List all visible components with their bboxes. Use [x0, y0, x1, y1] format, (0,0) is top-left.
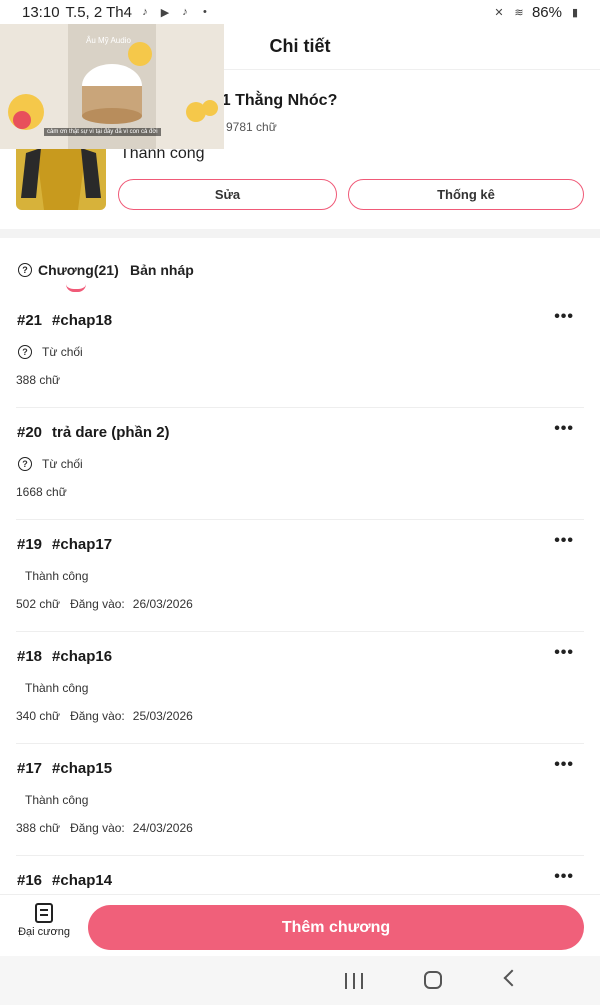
chapter-meta: 502 chữ Đăng vào: 26/03/2026 — [16, 597, 193, 611]
chapter-list: #21 #chap18 ••• ? Từ chối 388 chữ #20 tr… — [0, 296, 600, 894]
chapter-status-text: Từ chối — [42, 345, 83, 359]
chapter-meta: 388 chữ — [16, 373, 60, 387]
posted-date: 26/03/2026 — [132, 597, 193, 611]
chapter-status: Thành công — [25, 681, 88, 695]
chapter-row[interactable]: #19 #chap17 ••• Thành công 502 chữ Đăng … — [16, 520, 584, 632]
chapter-row[interactable]: #20 trả dare (phần 2) ••• ? Từ chối 1668… — [16, 408, 584, 520]
youtube-icon: ▶ — [160, 6, 170, 19]
chapter-title: #21 #chap18 — [17, 312, 112, 329]
tab-chapters[interactable]: ? Chương(21) — [18, 262, 119, 278]
chapter-row[interactable]: #17 #chap15 ••• Thành công 388 chữ Đăng … — [16, 744, 584, 856]
chapter-meta: 388 chữ Đăng vào: 24/03/2026 — [16, 821, 193, 835]
question-icon: ? — [18, 345, 32, 359]
chapter-status: Thành công — [25, 569, 88, 583]
posted-label: Đăng vào: — [70, 709, 125, 723]
chapter-title: #19 #chap17 — [17, 536, 112, 553]
video-channel-label: Âu Mỹ Audio — [86, 36, 131, 45]
tiktok-icon: ♪ — [182, 6, 188, 18]
outline-icon — [35, 903, 53, 923]
chapter-name: trả dare (phần 2) — [52, 424, 170, 441]
add-chapter-button[interactable]: Thêm chương — [88, 905, 584, 950]
date: T.5, 2 Th4 — [65, 3, 132, 21]
chapter-status-text: Từ chối — [42, 457, 83, 471]
outline-label: Đại cương — [18, 926, 70, 938]
chapter-number: #20 — [17, 424, 43, 441]
chapter-number: #16 — [17, 872, 43, 889]
chapter-word-count: 502 chữ — [16, 597, 61, 611]
mute-icon: ✕ — [494, 6, 504, 19]
more-options-icon[interactable]: ••• — [554, 644, 574, 662]
chapter-word-count: 340 chữ — [16, 709, 61, 723]
tiktok-icon: ♪ — [142, 6, 148, 18]
edit-button[interactable]: Sửa — [118, 179, 337, 210]
chapter-row[interactable]: #16 #chap14 ••• — [16, 856, 584, 894]
chapter-title: #20 trả dare (phần 2) — [17, 424, 170, 441]
chapter-meta: 340 chữ Đăng vào: 25/03/2026 — [16, 709, 193, 723]
chapter-name: #chap18 — [52, 312, 113, 329]
pip-video-overlay[interactable]: Âu Mỹ Audio cảm ơn thật sự vì tại đây đã… — [0, 24, 224, 149]
chapter-name: #chap17 — [52, 536, 113, 553]
wifi-icon: ≋ — [514, 6, 524, 19]
chapter-status-text: Thành công — [25, 793, 89, 807]
question-icon: ? — [18, 263, 32, 277]
chapter-name: #chap15 — [52, 760, 113, 777]
more-options-icon[interactable]: ••• — [554, 868, 574, 886]
tab-active-indicator — [66, 284, 86, 292]
dot-icon: • — [203, 6, 207, 18]
chapter-status: Thành công — [25, 793, 88, 807]
chapter-word-count: 388 chữ — [16, 373, 61, 387]
more-options-icon[interactable]: ••• — [554, 308, 574, 326]
chapter-name: #chap14 — [52, 872, 113, 889]
chapter-title: #18 #chap16 — [17, 648, 112, 665]
recents-icon[interactable] — [345, 973, 363, 989]
status-bar: 13:10 T.5, 2 Th4 ♪ ▶ ♪ • ✕ ≋ 86% ▮ — [0, 0, 600, 24]
posted-date: 25/03/2026 — [132, 709, 193, 723]
book-word-count: 9781 chữ — [226, 120, 277, 134]
battery-icon: ▮ — [571, 6, 579, 19]
chapter-word-count: 388 chữ — [16, 821, 61, 835]
posted-label: Đăng vào: — [70, 597, 125, 611]
tab-bar: ? Chương(21) Bản nháp — [0, 252, 600, 296]
chapter-status: ? Từ chối — [18, 345, 83, 359]
clock: 13:10 — [22, 3, 60, 21]
chapter-row[interactable]: #21 #chap18 ••• ? Từ chối 388 chữ — [16, 296, 584, 408]
bottom-action-bar: Đại cương Thêm chương — [0, 894, 600, 956]
tab-drafts[interactable]: Bản nháp — [130, 262, 194, 278]
chapter-number: #21 — [17, 312, 43, 329]
chapter-status-text: Thành công — [25, 681, 89, 695]
chapter-row[interactable]: #18 #chap16 ••• Thành công 340 chữ Đăng … — [16, 632, 584, 744]
stats-button[interactable]: Thống kê — [348, 179, 584, 210]
chapter-title: #17 #chap15 — [17, 760, 112, 777]
posted-date: 24/03/2026 — [132, 821, 193, 835]
video-caption: cảm ơn thật sự vì tại đây đã vì con cả đ… — [44, 128, 161, 136]
section-divider — [0, 229, 600, 238]
system-nav-bar — [0, 956, 600, 1005]
page-title: Chi tiết — [269, 36, 331, 56]
outline-button[interactable]: Đại cương — [14, 903, 74, 951]
home-icon[interactable] — [424, 971, 442, 989]
more-options-icon[interactable]: ••• — [554, 756, 574, 774]
chapter-status: ? Từ chối — [18, 457, 83, 471]
chapter-word-count: 1668 chữ — [16, 485, 67, 499]
chapter-number: #19 — [17, 536, 43, 553]
back-icon[interactable] — [503, 969, 521, 987]
posted-label: Đăng vào: — [70, 821, 125, 835]
chapter-title: #16 #chap14 — [17, 872, 112, 889]
chapter-name: #chap16 — [52, 648, 113, 665]
battery-level: 86% — [531, 3, 562, 21]
more-options-icon[interactable]: ••• — [554, 532, 574, 550]
tab-chapters-label: Chương(21) — [38, 262, 119, 278]
tab-drafts-label: Bản nháp — [130, 262, 194, 278]
question-icon: ? — [18, 457, 32, 471]
chapter-number: #18 — [17, 648, 43, 665]
chapter-status-text: Thành công — [25, 569, 89, 583]
chapter-meta: 1668 chữ — [16, 485, 67, 499]
more-options-icon[interactable]: ••• — [554, 420, 574, 438]
chapter-number: #17 — [17, 760, 43, 777]
